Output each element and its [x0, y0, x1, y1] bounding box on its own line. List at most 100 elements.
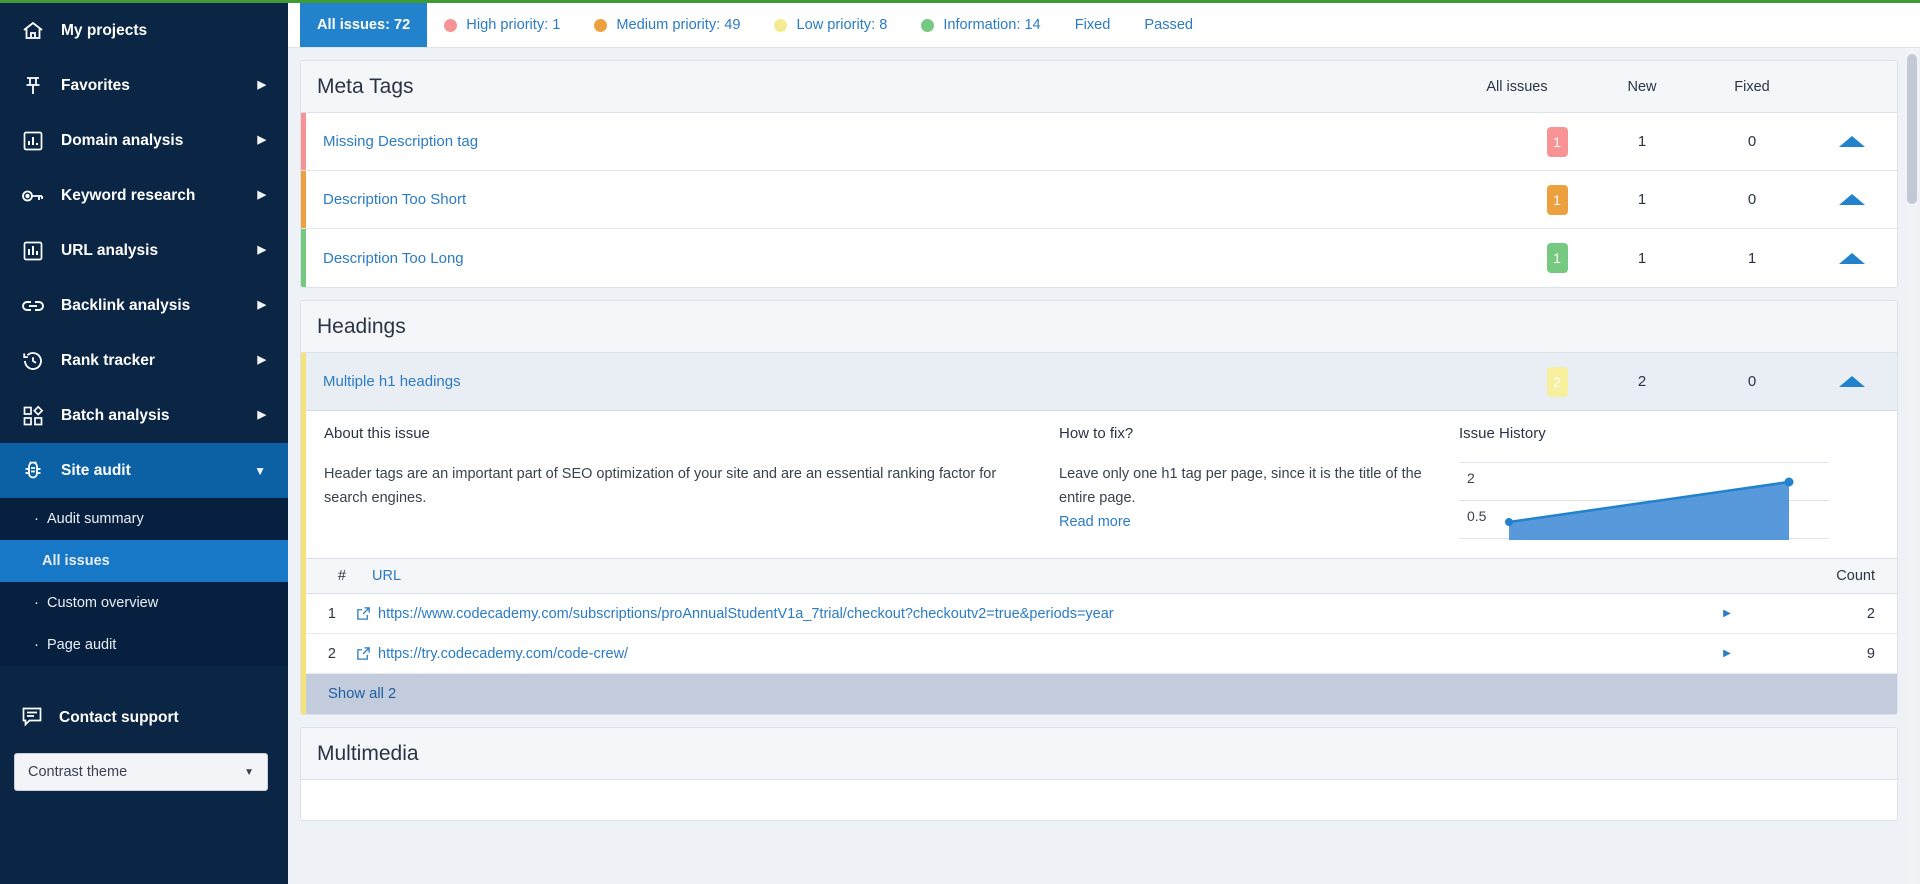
scrollbar-vertical[interactable] [1906, 48, 1918, 884]
sidebar-item-keyword-research[interactable]: Keyword research ▶ [0, 168, 288, 223]
url-link[interactable]: https://try.codecademy.com/code-crew/ [378, 646, 1707, 662]
triangle-up-icon [1839, 376, 1865, 387]
cell-fixed: 0 [1747, 191, 1757, 208]
tab-low-priority[interactable]: Low priority: 8 [757, 3, 904, 47]
tab-label: Medium priority: 49 [616, 17, 741, 33]
issue-link[interactable]: Description Too Short [306, 191, 1527, 208]
sidebar-item-all-issues[interactable]: · All issues [0, 540, 288, 582]
cell-fixed: 0 [1747, 373, 1757, 390]
sidebar-item-label: Keyword research [61, 186, 196, 204]
collapse-toggle[interactable] [1807, 376, 1897, 387]
priority-dot-information [921, 18, 935, 32]
tab-medium-priority[interactable]: Medium priority: 49 [577, 3, 757, 47]
url-link[interactable]: https://www.codecademy.com/subscriptions… [378, 606, 1707, 622]
badge-cell: 1 [1527, 126, 1587, 157]
card-headings: Headings Multiple h1 headings 2 2 0 Abou… [300, 300, 1898, 715]
tab-fixed[interactable]: Fixed [1058, 3, 1128, 47]
external-link-icon[interactable] [348, 646, 378, 661]
sidebar-item-custom-overview[interactable]: · Custom overview [0, 582, 288, 624]
issue-history: Issue History 2 0.5 [1459, 425, 1849, 540]
triangle-right-icon[interactable]: ▶ [1707, 648, 1747, 659]
card-meta-tags: Meta Tags All issues New Fixed Missing D… [300, 60, 1898, 288]
main-content: All issues: 72 High priority: 1 Medium p… [288, 0, 1920, 884]
tab-all-issues[interactable]: All issues: 72 [300, 3, 428, 47]
bug-icon [20, 458, 46, 484]
table-row[interactable]: 2 https://try.codecademy.com/code-crew/ … [306, 634, 1897, 674]
sidebar-item-my-projects[interactable]: My projects [0, 3, 288, 58]
external-link-icon[interactable] [348, 606, 378, 621]
column-header-url: URL [372, 568, 402, 584]
sidebar-item-label: Site audit [61, 461, 131, 479]
triangle-right-icon[interactable]: ▶ [1707, 608, 1747, 619]
tab-information[interactable]: Information: 14 [904, 3, 1057, 47]
theme-select[interactable]: Contrast theme ▼ [14, 753, 268, 791]
card-header: Meta Tags All issues New Fixed [301, 61, 1897, 113]
sidebar-item-audit-summary[interactable]: · Audit summary [0, 498, 288, 540]
tab-label: All issues: 72 [317, 17, 411, 33]
issue-link[interactable]: Description Too Long [306, 250, 1527, 267]
sidebar-item-batch-analysis[interactable]: Batch analysis ▶ [0, 388, 288, 443]
theme-select-value: Contrast theme [28, 764, 128, 780]
home-icon [20, 18, 46, 44]
chevron-right-icon: ▶ [257, 409, 266, 421]
sidebar-item-backlink-analysis[interactable]: Backlink analysis ▶ [0, 278, 288, 333]
status-badge: 1 [1546, 184, 1568, 215]
sidebar-item-page-audit[interactable]: · Page audit [0, 624, 288, 666]
link-icon [20, 293, 46, 319]
table-row[interactable]: Description Too Long 1 1 1 [301, 229, 1897, 287]
contact-support-label: Contact support [59, 709, 179, 726]
issue-link[interactable]: Missing Description tag [306, 133, 1527, 150]
sidebar-subitem-label: Custom overview [47, 595, 159, 611]
chevron-right-icon: ▶ [257, 189, 266, 201]
how-to-fix-title: How to fix? [1059, 425, 1134, 442]
status-badge: 1 [1546, 126, 1568, 157]
sidebar-subitem-label: Audit summary [47, 511, 144, 527]
badge-cell: 1 [1527, 184, 1587, 215]
column-header-count: Count [1836, 568, 1875, 584]
priority-dot-medium [594, 18, 608, 32]
triangle-up-icon [1839, 252, 1865, 264]
read-more-link[interactable]: Read more [1059, 514, 1131, 530]
chevron-right-icon: ▶ [257, 299, 266, 311]
tab-high-priority[interactable]: High priority: 1 [427, 3, 577, 47]
issues-scroll-area[interactable]: Meta Tags All issues New Fixed Missing D… [288, 48, 1920, 884]
priority-dot-low [774, 18, 788, 32]
sidebar-item-rank-tracker[interactable]: Rank tracker ▶ [0, 333, 288, 388]
about-this-issue: About this issue Header tags are an impo… [324, 425, 1059, 540]
pin-icon [20, 73, 46, 99]
bar-chart-icon [20, 238, 46, 264]
sidebar-item-site-audit[interactable]: Site audit ▼ [0, 443, 288, 498]
contact-support-button[interactable]: Contact support [0, 692, 288, 744]
about-text: Header tags are an important part of SEO… [324, 466, 997, 506]
tab-passed[interactable]: Passed [1127, 3, 1210, 47]
sidebar-item-url-analysis[interactable]: URL analysis ▶ [0, 223, 288, 278]
expand-toggle[interactable] [1807, 252, 1897, 264]
chart-box-icon [20, 128, 46, 154]
chart-ytick-top: 2 [1467, 470, 1475, 486]
sidebar-item-label: My projects [61, 21, 148, 39]
page-title: Headings [317, 314, 406, 338]
sidebar-item-label: Rank tracker [61, 351, 155, 369]
sidebar-item-favorites[interactable]: Favorites ▶ [0, 58, 288, 113]
chevron-down-icon: ▼ [244, 766, 254, 778]
column-header-new: New [1627, 78, 1657, 95]
table-row[interactable]: 1 https://www.codecademy.com/subscriptio… [306, 594, 1897, 634]
expanded-issue-header[interactable]: Multiple h1 headings 2 2 0 [306, 353, 1897, 411]
sidebar-item-label: Batch analysis [61, 406, 170, 424]
issue-link[interactable]: Multiple h1 headings [306, 373, 1527, 390]
chat-icon [20, 704, 44, 733]
sidebar-item-domain-analysis[interactable]: Domain analysis ▶ [0, 113, 288, 168]
chevron-down-icon: ▼ [254, 463, 266, 478]
table-row[interactable]: Missing Description tag 1 1 0 [301, 113, 1897, 171]
issue-filter-tabs: All issues: 72 High priority: 1 Medium p… [288, 3, 1920, 48]
chevron-right-icon: ▶ [257, 354, 266, 366]
show-all-button[interactable]: Show all 2 [306, 674, 1897, 714]
expand-toggle[interactable] [1807, 136, 1897, 147]
scrollbar-thumb[interactable] [1907, 54, 1917, 204]
tab-label: Information: 14 [943, 17, 1041, 33]
tab-label: Low priority: 8 [796, 17, 888, 33]
expand-toggle[interactable] [1807, 194, 1897, 205]
area-chart-svg [1505, 477, 1794, 540]
about-title: About this issue [324, 425, 430, 442]
table-row[interactable]: Description Too Short 1 1 0 [301, 171, 1897, 229]
